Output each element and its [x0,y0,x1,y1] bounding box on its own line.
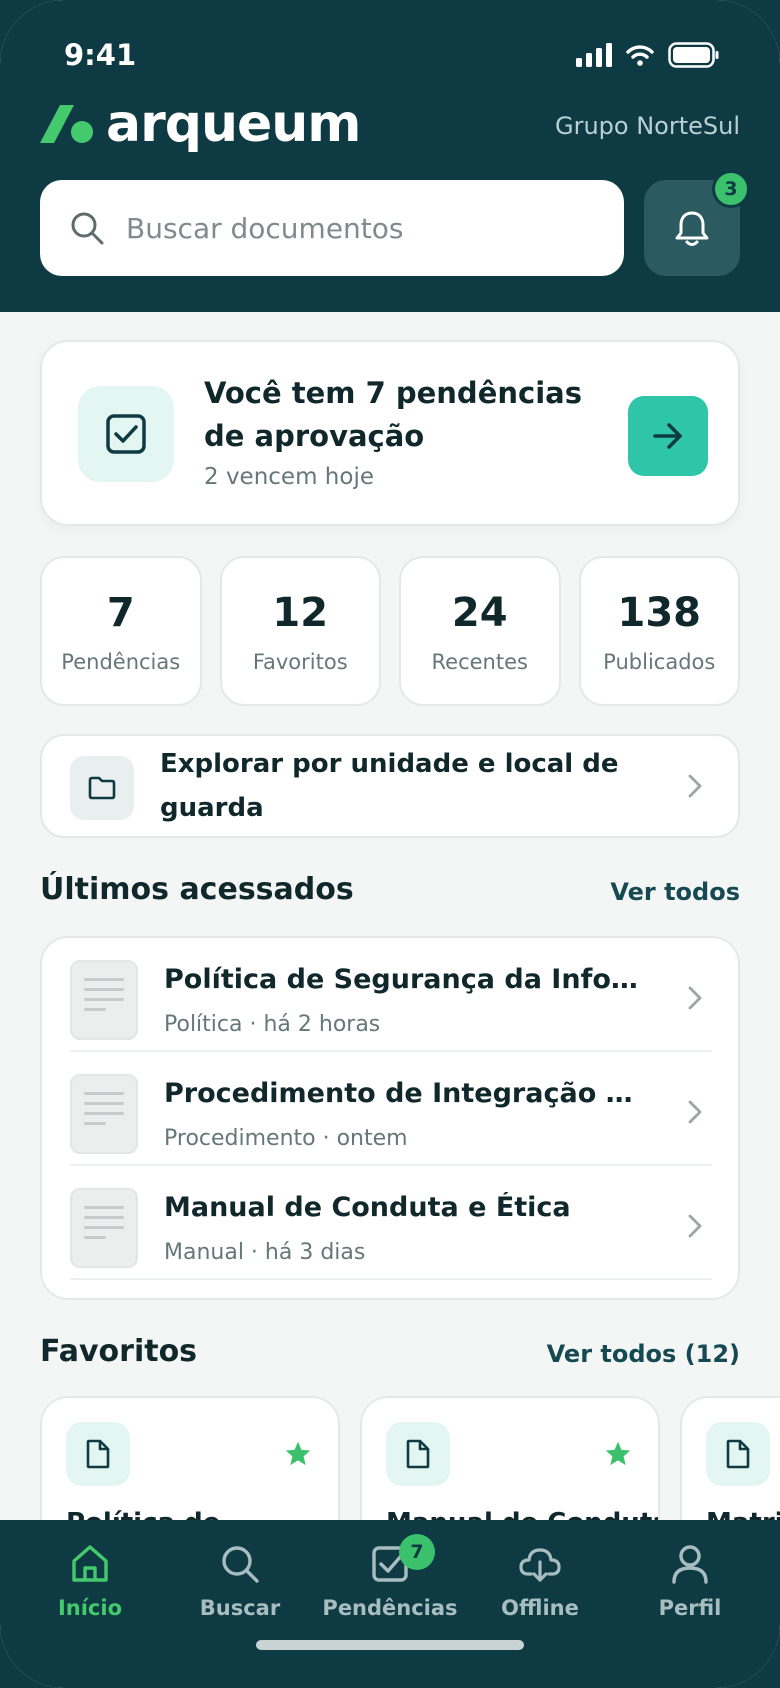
list-item[interactable]: Política de Segurança da Informação Polí… [70,938,712,1052]
recent-item-title: Procedimento de Integração de Terceiros [164,1078,644,1109]
star-icon[interactable] [604,1440,632,1468]
status-icons [576,42,720,68]
wifi-icon [626,45,654,66]
list-item[interactable]: Manual de Conduta e Ética Manual · há 3 … [70,1166,712,1280]
status-time: 9:41 [64,38,137,72]
stat-value: 24 [451,590,508,636]
app-screen: 9:41 arqueum Grupo NorteSul Buscar docum… [0,0,780,1688]
stats-row: 7 Pendências 12 Favoritos 24 Recentes 13… [40,556,740,706]
pending-subtitle: 2 vencem hoje [204,464,374,490]
bottom-tab-bar: Início Buscar 7 Pendências Offline Perfi… [0,1520,780,1688]
document-thumbnail [70,960,138,1040]
tab-perfil[interactable]: Perfil [615,1542,765,1620]
pending-title: Você tem 7 pendências de aprovação [204,376,582,453]
search-input[interactable]: Buscar documentos [40,180,624,276]
signal-icon [576,43,612,67]
explore-label: Explorar por unidade e local de guarda [160,749,619,823]
person-icon [672,1545,708,1584]
search-placeholder: Buscar documentos [126,211,404,245]
document-icon [726,1439,750,1469]
favorite-icon-box [706,1422,770,1486]
chevron-right-icon [688,1100,702,1124]
star-icon[interactable] [284,1440,312,1468]
tab-badge: 7 [399,1534,435,1570]
tab-label: Perfil [658,1596,722,1620]
pending-approvals-card[interactable]: Você tem 7 pendências de aprovação 2 ven… [40,340,740,526]
organization-name[interactable]: Grupo NorteSul [555,112,740,140]
favorite-icon-box [66,1422,130,1486]
recent-item-title: Manual de Conduta e Ética [164,1192,571,1223]
tab-pendencias[interactable]: 7 Pendências [315,1534,465,1620]
cloud-download-icon [519,1548,561,1582]
recent-item-meta: Manual · há 3 dias [164,1240,366,1265]
tab-label: Buscar [199,1596,281,1620]
favorites-see-all-link[interactable]: Ver todos (12) [547,1340,740,1368]
tab-label: Offline [501,1596,579,1620]
stat-label: Publicados [603,650,716,674]
tab-label: Início [57,1596,123,1620]
tab-label: Pendências [322,1596,458,1620]
checkbox-icon [106,414,146,454]
battery-icon [668,42,719,68]
search-icon [222,1546,259,1583]
stat-label: Favoritos [252,650,348,674]
folder-icon [88,776,116,800]
recent-item-meta: Procedimento · ontem [164,1126,408,1151]
explore-by-unit-row[interactable]: Explorar por unidade e local de guarda [40,734,740,838]
bell-icon [675,211,709,246]
recent-item-title: Política de Segurança da Informação [164,964,644,995]
stat-label: Recentes [431,650,528,674]
chevron-right-icon [688,1214,702,1238]
pending-icon-box [78,386,174,482]
pending-open-button[interactable] [628,396,708,476]
tab-inicio[interactable]: Início [15,1542,165,1620]
recent-item-meta: Política · há 2 horas [164,1012,381,1037]
stat-value: 7 [106,590,135,636]
brand-name: arqueum [106,94,361,154]
document-thumbnail [70,1188,138,1268]
stat-value: 12 [272,590,329,636]
list-item[interactable]: Procedimento de Integração de Terceiros … [70,1052,712,1166]
chevron-right-icon [688,774,702,798]
explore-icon-box [70,756,134,820]
tab-offline[interactable]: Offline [465,1542,615,1620]
home-icon [72,1545,108,1582]
stat-favoritos[interactable]: 12 Favoritos [219,556,381,706]
home-indicator[interactable] [256,1640,524,1650]
document-icon [86,1439,110,1469]
stat-value: 138 [617,590,702,636]
tab-buscar[interactable]: Buscar [165,1542,315,1620]
stat-label: Pendências [61,650,181,674]
recent-section-title: Últimos acessados [40,872,354,907]
stat-recentes[interactable]: 24 Recentes [399,556,561,706]
arrow-right-icon [653,423,682,449]
stat-pendencias[interactable]: 7 Pendências [40,556,202,706]
stat-publicados[interactable]: 138 Publicados [578,556,740,706]
document-thumbnail [70,1074,138,1154]
favorite-icon-box [386,1422,450,1486]
chevron-right-icon [688,986,702,1010]
recent-see-all-link[interactable]: Ver todos [610,878,740,906]
header: 9:41 arqueum Grupo NorteSul Buscar docum… [0,0,780,312]
brand-logo: arqueum [40,94,361,154]
logo-mark-icon [40,105,93,143]
favorites-section-title: Favoritos [40,1334,198,1369]
notifications-badge: 3 [712,170,750,208]
recent-list: Política de Segurança da Informação Polí… [40,936,740,1300]
search-icon [71,212,104,245]
document-icon [406,1439,430,1469]
